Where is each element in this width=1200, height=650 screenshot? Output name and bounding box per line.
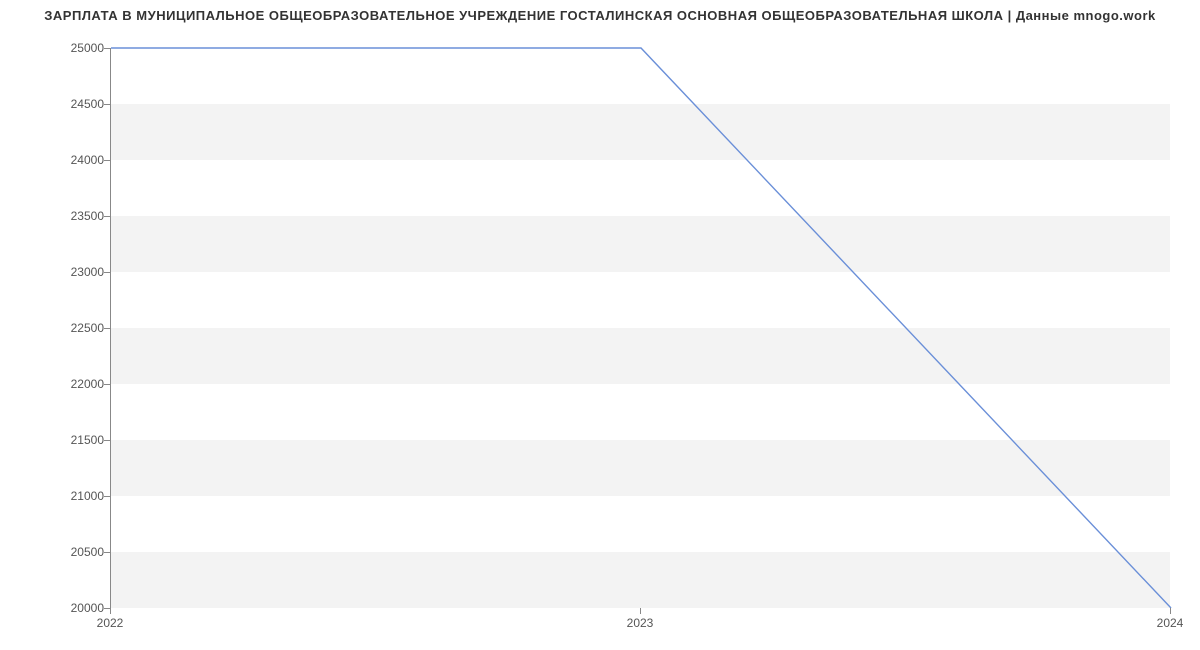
y-tick-mark — [104, 496, 110, 497]
y-tick-label: 24000 — [44, 153, 104, 167]
y-tick-mark — [104, 216, 110, 217]
y-tick-label: 21500 — [44, 433, 104, 447]
plot-area — [110, 48, 1170, 608]
y-tick-label: 25000 — [44, 41, 104, 55]
y-tick-mark — [104, 272, 110, 273]
x-tick-label: 2023 — [627, 616, 654, 630]
x-tick-mark — [1170, 608, 1171, 614]
y-tick-mark — [104, 48, 110, 49]
y-tick-label: 24500 — [44, 97, 104, 111]
y-tick-label: 22000 — [44, 377, 104, 391]
salary-line — [111, 48, 1171, 608]
y-tick-label: 23500 — [44, 209, 104, 223]
x-tick-mark — [110, 608, 111, 614]
y-tick-mark — [104, 552, 110, 553]
y-tick-mark — [104, 384, 110, 385]
y-tick-label: 23000 — [44, 265, 104, 279]
y-tick-label: 20500 — [44, 545, 104, 559]
y-tick-mark — [104, 160, 110, 161]
y-tick-mark — [104, 440, 110, 441]
line-layer — [111, 48, 1170, 607]
chart-title: ЗАРПЛАТА В МУНИЦИПАЛЬНОЕ ОБЩЕОБРАЗОВАТЕЛ… — [0, 8, 1200, 23]
y-tick-label: 21000 — [44, 489, 104, 503]
x-tick-label: 2024 — [1157, 616, 1184, 630]
y-tick-label: 22500 — [44, 321, 104, 335]
y-tick-mark — [104, 328, 110, 329]
y-tick-label: 20000 — [44, 601, 104, 615]
y-tick-mark — [104, 104, 110, 105]
x-tick-label: 2022 — [97, 616, 124, 630]
x-tick-mark — [640, 608, 641, 614]
